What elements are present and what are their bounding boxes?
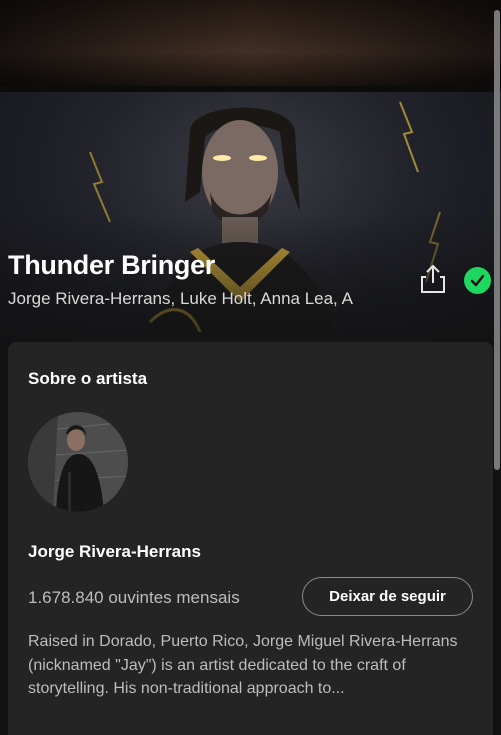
scrollbar-thumb[interactable] xyxy=(494,10,500,470)
about-artist-card[interactable]: Sobre o artista Jorge Rivera-Herrans 1.6… xyxy=(8,342,493,735)
track-artists[interactable]: Jorge Rivera-Herrans, Luke Holt, Anna Le… xyxy=(8,289,400,309)
check-circle-icon xyxy=(470,274,485,287)
monthly-listeners: 1.678.840 ouvintes mensais xyxy=(28,588,240,607)
artist-photo xyxy=(28,412,128,512)
share-icon xyxy=(421,264,445,293)
artist-avatar[interactable] xyxy=(28,412,128,512)
saved-to-library-button[interactable] xyxy=(464,267,491,294)
share-button[interactable] xyxy=(418,263,448,295)
artist-name[interactable]: Jorge Rivera-Herrans xyxy=(28,542,201,562)
artist-bio[interactable]: Raised in Dorado, Puerto Rico, Jorge Mig… xyxy=(28,630,468,701)
track-title: Thunder Bringer xyxy=(8,250,216,280)
top-image-strip xyxy=(0,0,501,86)
cover-art-hero xyxy=(0,92,501,352)
unfollow-button[interactable]: Deixar de seguir xyxy=(302,577,473,616)
about-heading: Sobre o artista xyxy=(28,369,148,388)
